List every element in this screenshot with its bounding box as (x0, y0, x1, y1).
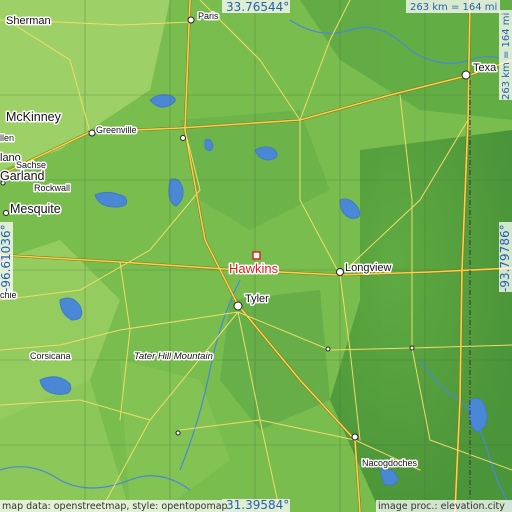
map-canvas: Sherman Paris Texa McKinney llen lano Gr… (0, 0, 512, 512)
label-rockwall: Rockwall (34, 183, 70, 193)
credit-right: image proc.: elevation.city (378, 501, 505, 512)
label-sherman: Sherman (6, 15, 51, 27)
label-greenville: Greenville (96, 125, 137, 135)
label-garland: Garland (0, 169, 45, 183)
coord-bottom: 31.39584° (226, 498, 289, 512)
elevation-map[interactable]: Sherman Paris Texa McKinney llen lano Gr… (0, 0, 512, 512)
label-paris: Paris (198, 11, 219, 21)
label-allen: llen (0, 133, 14, 143)
label-texarkana: Texa (473, 62, 497, 74)
scale-vertical: 263 km = 164 mi (501, 13, 512, 100)
label-mesquite: Mesquite (10, 202, 61, 216)
label-longview: Longview (345, 262, 392, 274)
credit-left: map data: openstreetmap, style: opentopo… (2, 501, 228, 512)
coord-top: 33.76544° (226, 0, 289, 14)
label-tater-hill: Tater Hill Mountain (134, 351, 213, 362)
label-tyler: Tyler (245, 293, 269, 305)
label-mckinney: McKinney (6, 110, 62, 124)
label-nacogdoches: Nacogdoches (362, 458, 418, 468)
label-hawkins: Hawkins (229, 261, 279, 276)
coord-right: -93.79786° (498, 224, 512, 292)
scale-horizontal: 263 km = 164 mi (410, 2, 497, 13)
coord-left: -96.61036° (0, 224, 13, 292)
focus-marker (252, 251, 261, 260)
label-corsicana: Corsicana (30, 351, 71, 361)
